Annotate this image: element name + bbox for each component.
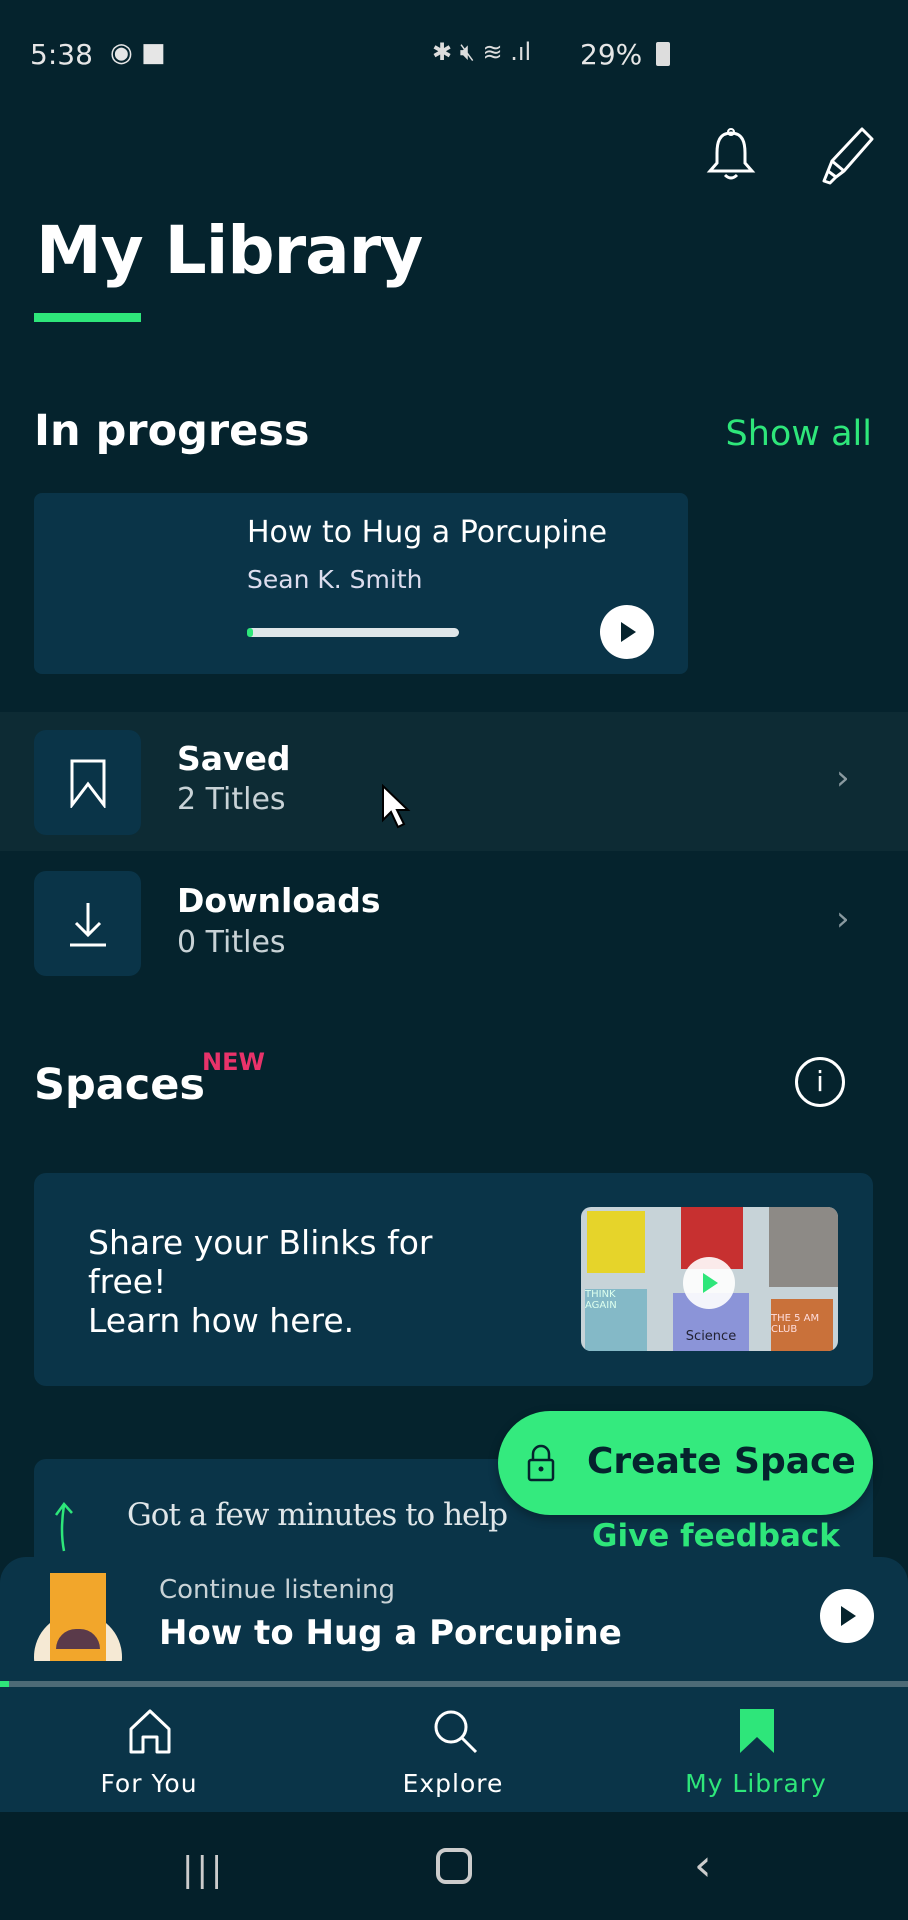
book-author: Sean K. Smith [247,565,423,594]
battery-level: 29% [580,38,643,71]
bookmark-filled-icon [740,1709,774,1753]
book-cover [587,1211,645,1273]
nav-label: My Library [685,1769,827,1798]
play-button[interactable] [600,605,654,659]
player-caption: Continue listening [159,1575,396,1605]
battery-icon [656,42,670,66]
in-progress-book-card[interactable]: How to Hug a Porcupine Sean K. Smith [34,493,688,674]
player-title: How to Hug a Porcupine [159,1613,622,1653]
lock-icon [527,1444,555,1482]
nav-label: For You [100,1769,198,1798]
download-icon [69,902,106,946]
promo-text: Share your Blinks for free! Learn how he… [88,1223,432,1340]
player-play-button[interactable] [820,1589,874,1643]
promo-line: Learn how here. [88,1301,355,1340]
nav-explore[interactable]: Explore [353,1707,553,1807]
feedback-text: Got a few minutes to help [127,1497,508,1533]
info-icon[interactable]: i [795,1057,845,1107]
play-icon [621,622,636,642]
book-progress-bar [247,628,459,637]
home-button-icon[interactable] [436,1848,472,1884]
app-notification-icon: ◉ ■ [110,38,166,68]
play-icon [703,1273,718,1293]
spaces-heading: Spaces [34,1060,206,1110]
android-nav-bar: ||| ‹ [0,1812,908,1920]
saved-icon-box [34,730,141,835]
video-play-button[interactable] [683,1257,735,1309]
saved-count: 2 Titles [177,782,286,817]
book-cover: THE 5 AM CLUB [771,1299,833,1351]
book-cover: THINK AGAIN [585,1289,647,1351]
downloads-row[interactable]: Downloads 0 Titles › [0,851,908,990]
chevron-right-icon: › [836,758,850,798]
give-feedback-link[interactable]: Give feedback [592,1518,840,1554]
create-space-button[interactable]: Create Space [498,1411,873,1515]
bottom-nav: For You Explore My Library [0,1687,908,1812]
create-space-label: Create Space [587,1441,856,1482]
saved-label: Saved [177,739,291,778]
book-cover-thumbnail [34,1573,122,1661]
saved-row[interactable]: Saved 2 Titles › [0,712,908,851]
spaces-promo-card[interactable]: Share your Blinks for free! Learn how he… [34,1173,873,1386]
mouse-cursor-icon [382,784,411,829]
nav-my-library[interactable]: My Library [656,1707,856,1807]
book-progress-fill [247,628,254,637]
status-time: 5:38 [30,38,93,71]
search-icon [434,1710,478,1754]
recent-apps-icon[interactable]: ||| [182,1850,225,1890]
status-bar: 5:38 ◉ ■ ✱ 🔇︎ ≋ .ıl 29% [0,30,908,80]
page-title: My Library [36,212,423,289]
bookmark-icon [70,759,105,808]
show-all-link[interactable]: Show all [726,414,872,454]
book-title: How to Hug a Porcupine [247,515,608,550]
bell-icon[interactable] [705,127,757,183]
back-icon[interactable]: ‹ [694,1840,712,1891]
mini-player[interactable]: Continue listening How to Hug a Porcupin… [0,1557,908,1687]
arrow-up-icon [54,1502,73,1552]
highlighter-icon[interactable] [818,125,876,187]
downloads-icon-box [34,871,141,976]
play-icon [841,1606,856,1626]
home-icon [129,1709,171,1754]
title-underline [34,313,141,322]
promo-line: Share your Blinks for [88,1223,433,1262]
nav-label: Explore [402,1769,504,1798]
downloads-label: Downloads [177,881,381,920]
photo-person [769,1207,838,1287]
promo-video-thumbnail[interactable]: THINK AGAIN Science THE 5 AM CLUB [581,1207,838,1351]
signal-icons: ✱ 🔇︎ ≋ .ıl [432,38,532,66]
chevron-right-icon: › [836,899,850,939]
downloads-count: 0 Titles [177,925,286,960]
nav-for-you[interactable]: For You [49,1707,249,1807]
new-badge: NEW [202,1048,265,1076]
promo-line: free! [88,1262,167,1301]
in-progress-heading: In progress [34,406,310,456]
